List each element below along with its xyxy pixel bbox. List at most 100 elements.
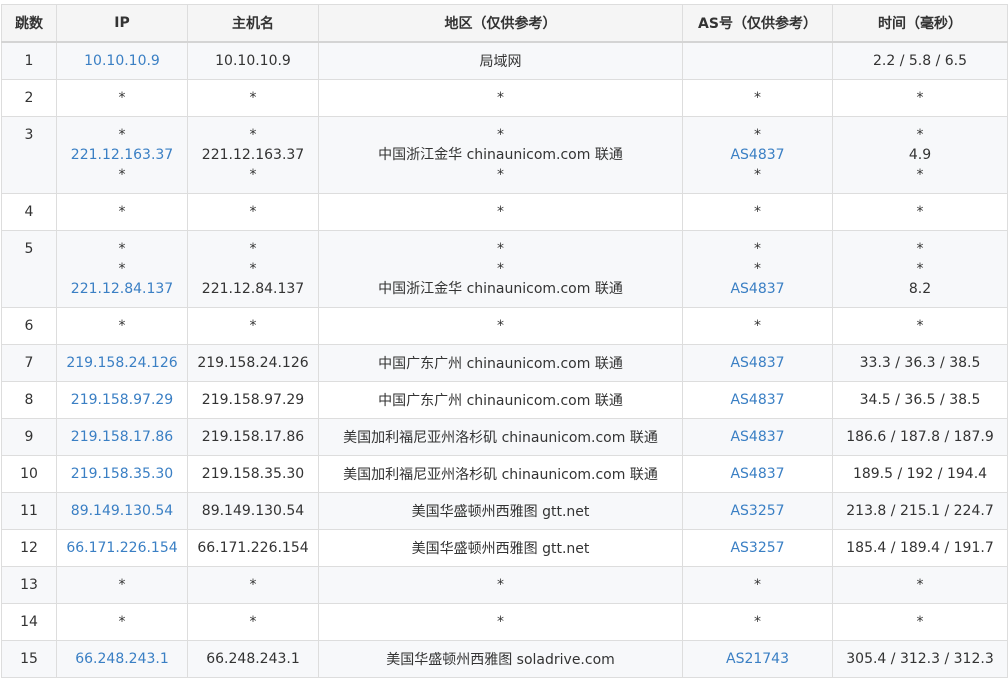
- ip-link[interactable]: 219.158.24.126: [61, 355, 183, 371]
- cell-time-text: *: [916, 613, 924, 630]
- cell-ip: 66.171.226.154: [56, 528, 188, 567]
- header-hop: 跳数: [1, 4, 57, 43]
- cell-hostname-text: 219.158.35.30: [201, 465, 305, 482]
- traceroute-table: 跳数 IP 主机名 地区（仅供参考） AS号（仅供参考） 时间（毫秒） 1 10.…: [1, 4, 1008, 678]
- cell-region: *: [318, 192, 683, 231]
- cell-time: 33.3 / 36.3 / 38.5: [832, 343, 1008, 382]
- cell-time-text: *: [916, 260, 924, 277]
- cell-as-number-text: *: [754, 166, 761, 183]
- ip-link[interactable]: 66.248.243.1: [61, 651, 183, 667]
- ip-link[interactable]: 219.158.17.86: [61, 429, 183, 445]
- cell-hostname-text: *: [249, 317, 257, 334]
- cell-ip-text: *: [118, 317, 126, 334]
- cell-region: 美国加利福尼亚州洛杉矶 chinaunicom.com 联通: [318, 454, 683, 493]
- cell-hostname: *: [187, 602, 319, 641]
- cell-as-number: AS4837: [682, 454, 833, 493]
- cell-hop: 14: [1, 602, 57, 641]
- cell-ip-text: *: [118, 166, 126, 183]
- ip-link[interactable]: 219.158.97.29: [61, 392, 183, 408]
- table-header-row: 跳数 IP 主机名 地区（仅供参考） AS号（仅供参考） 时间（毫秒）: [1, 4, 1008, 43]
- cell-region-text: *: [497, 126, 504, 143]
- table-row: 15 66.248.243.1 66.248.243.1 美国华盛顿州西雅图 sola…: [1, 639, 1008, 678]
- cell-region: 美国加利福尼亚州洛杉矶 chinaunicom.com 联通: [318, 417, 683, 456]
- cell-as-number: AS3257: [682, 491, 833, 530]
- cell-hostname: * 221.12.163.37 *: [187, 115, 319, 194]
- cell-region-text: *: [497, 613, 504, 630]
- cell-ip-text: *: [118, 240, 126, 257]
- cell-hostname: 219.158.35.30: [187, 454, 319, 493]
- cell-hostname-text: *: [249, 240, 257, 257]
- cell-hostname-text: 219.158.97.29: [201, 391, 305, 408]
- cell-time: *: [832, 565, 1008, 604]
- cell-hostname: 219.158.17.86: [187, 417, 319, 456]
- cell-hostname: 89.149.130.54: [187, 491, 319, 530]
- as-link[interactable]: AS4837: [687, 429, 828, 445]
- cell-region-text: 美国华盛顿州西雅图 soladrive.com: [386, 651, 615, 668]
- cell-region: 美国华盛顿州西雅图 gtt.net: [318, 491, 683, 530]
- cell-region-text: *: [497, 240, 504, 257]
- cell-hop: 1: [1, 41, 57, 80]
- as-link[interactable]: AS4837: [687, 466, 828, 482]
- cell-time: * 4.9 *: [832, 115, 1008, 194]
- cell-ip: *: [56, 78, 188, 117]
- cell-hostname-text: 221.12.163.37: [201, 146, 305, 163]
- cell-as-number: *: [682, 306, 833, 345]
- cell-hop: 3: [1, 115, 57, 194]
- cell-time-text: *: [916, 203, 924, 220]
- cell-hostname: 66.171.226.154: [187, 528, 319, 567]
- cell-time-text: 305.4 / 312.3 / 312.3: [846, 650, 994, 667]
- cell-time-text: 213.8 / 215.1 / 224.7: [846, 502, 994, 519]
- ip-link[interactable]: 219.158.35.30: [61, 466, 183, 482]
- cell-time-text: *: [916, 576, 924, 593]
- cell-time: * * 8.2: [832, 229, 1008, 308]
- cell-region-text: 中国广东广州 chinaunicom.com 联通: [378, 392, 623, 409]
- cell-hop: 13: [1, 565, 57, 604]
- cell-time: 305.4 / 312.3 / 312.3: [832, 639, 1008, 678]
- cell-as-number: *: [682, 78, 833, 117]
- ip-link[interactable]: 221.12.84.137: [61, 279, 183, 299]
- cell-time: *: [832, 306, 1008, 345]
- table-row: 12 66.171.226.154 66.171.226.154 美国华盛顿州西雅图 …: [1, 528, 1008, 567]
- as-link[interactable]: AS3257: [687, 503, 828, 519]
- cell-region-text: *: [497, 203, 504, 220]
- cell-hostname-text: *: [249, 203, 257, 220]
- cell-ip: 66.248.243.1: [56, 639, 188, 678]
- as-link[interactable]: AS3257: [687, 540, 828, 556]
- as-link[interactable]: AS4837: [687, 145, 828, 165]
- cell-as-number-text: *: [754, 203, 761, 220]
- table-row: 2 * * * * *: [1, 78, 1008, 117]
- cell-as-number-text: *: [754, 89, 761, 106]
- as-link[interactable]: AS4837: [687, 279, 828, 299]
- as-link[interactable]: AS21743: [687, 651, 828, 667]
- table-row: 1 10.10.10.9 10.10.10.9 局域网 2.2 / 5.8 / 6.5: [1, 41, 1008, 80]
- cell-time-text: *: [916, 240, 924, 257]
- as-link[interactable]: AS4837: [687, 392, 828, 408]
- ip-link[interactable]: 10.10.10.9: [61, 53, 183, 69]
- ip-link[interactable]: 89.149.130.54: [61, 503, 183, 519]
- cell-hostname-text: *: [249, 260, 257, 277]
- cell-as-number-text: *: [754, 613, 761, 630]
- cell-time: 213.8 / 215.1 / 224.7: [832, 491, 1008, 530]
- cell-as-number: * * AS4837: [682, 229, 833, 308]
- cell-hostname: 219.158.97.29: [187, 380, 319, 419]
- cell-region-text: 美国加利福尼亚州洛杉矶 chinaunicom.com 联通: [343, 429, 658, 446]
- cell-region-text: 中国广东广州 chinaunicom.com 联通: [378, 355, 623, 372]
- cell-as-number: *: [682, 602, 833, 641]
- table-row: 6 * * * * *: [1, 306, 1008, 345]
- cell-region-text: 中国浙江金华 chinaunicom.com 联通: [378, 146, 623, 163]
- ip-link[interactable]: 66.171.226.154: [61, 540, 183, 556]
- cell-hostname: 219.158.24.126: [187, 343, 319, 382]
- cell-as-number: AS4837: [682, 343, 833, 382]
- cell-hostname-text: *: [249, 576, 257, 593]
- cell-ip: *: [56, 306, 188, 345]
- cell-as-number: [682, 41, 833, 80]
- cell-ip-text: *: [118, 89, 126, 106]
- cell-ip: *: [56, 565, 188, 604]
- ip-link[interactable]: 221.12.163.37: [61, 145, 183, 165]
- cell-ip-text: *: [118, 260, 126, 277]
- cell-region: *: [318, 602, 683, 641]
- as-link[interactable]: AS4837: [687, 355, 828, 371]
- cell-ip-text: *: [118, 203, 126, 220]
- cell-time: 185.4 / 189.4 / 191.7: [832, 528, 1008, 567]
- cell-region-text: *: [497, 166, 504, 183]
